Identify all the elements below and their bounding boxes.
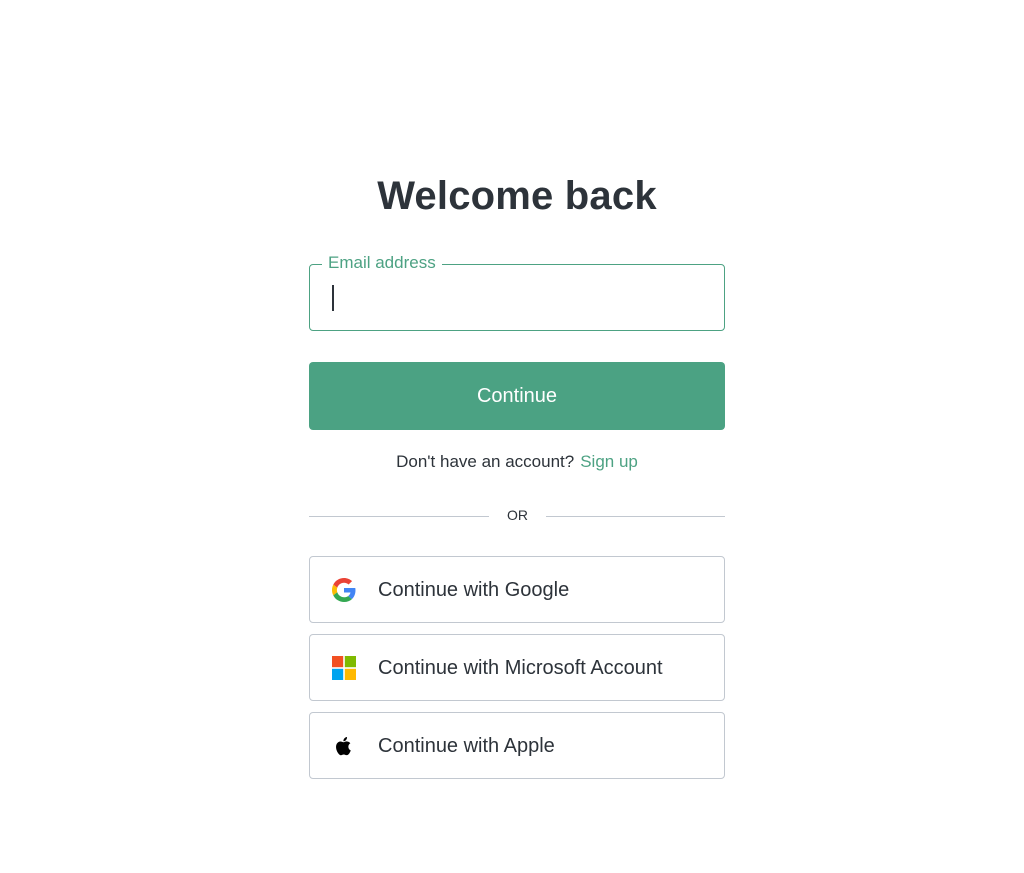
microsoft-icon: [332, 656, 356, 680]
signup-prompt: Don't have an account?: [396, 452, 575, 471]
microsoft-login-label: Continue with Microsoft Account: [378, 657, 663, 679]
page-title: Welcome back: [377, 174, 657, 218]
or-divider: OR: [309, 505, 725, 527]
email-input[interactable]: [324, 277, 722, 317]
google-login-button[interactable]: Continue with Google: [309, 556, 725, 623]
signup-link[interactable]: Sign up: [580, 452, 638, 471]
text-caret: [332, 285, 334, 311]
email-field-label: Email address: [322, 252, 442, 274]
email-field[interactable]: Email address: [309, 252, 725, 331]
continue-button[interactable]: Continue: [309, 362, 725, 430]
microsoft-login-button[interactable]: Continue with Microsoft Account: [309, 634, 725, 701]
apple-login-label: Continue with Apple: [378, 735, 555, 757]
google-login-label: Continue with Google: [378, 579, 570, 601]
divider-line-left: [309, 516, 489, 517]
signup-row: Don't have an account? Sign up: [0, 452, 1024, 472]
divider-line-right: [546, 516, 725, 517]
login-page: Welcome back Email address Continue Don'…: [0, 0, 1024, 873]
divider-text: OR: [507, 507, 528, 523]
google-icon: [332, 578, 356, 602]
apple-icon: [332, 734, 356, 758]
apple-login-button[interactable]: Continue with Apple: [309, 712, 725, 779]
